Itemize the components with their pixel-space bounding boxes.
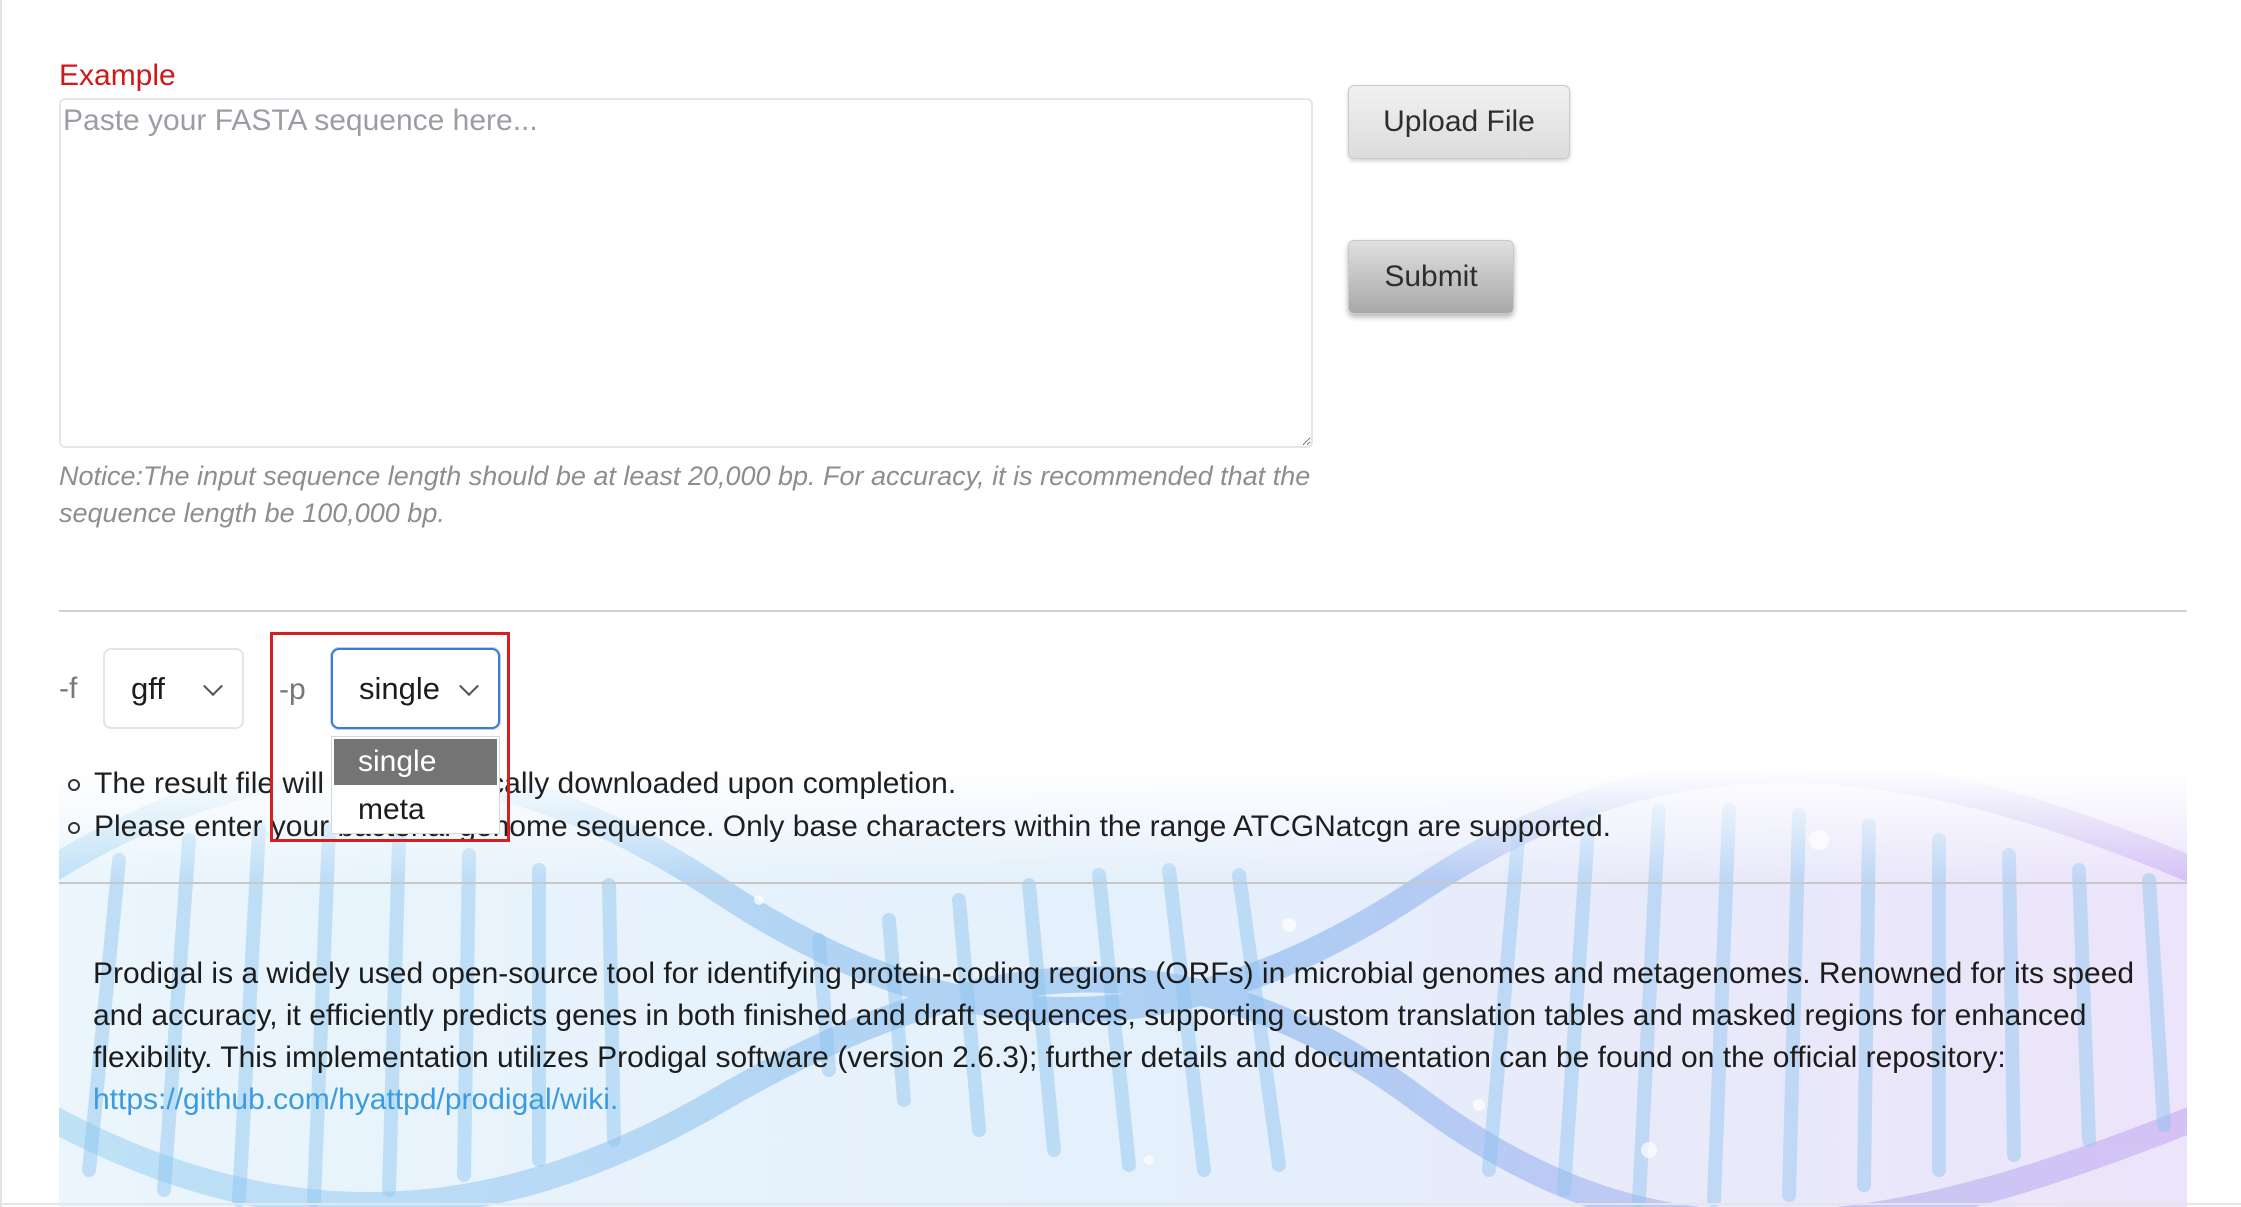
procedure-dropdown-menu: single meta — [331, 736, 500, 834]
format-select-value: gff — [131, 670, 165, 706]
procedure-option-label: -p — [279, 673, 306, 706]
result-text-prefix: The result file — [94, 767, 275, 800]
submit-button[interactable]: Submit — [1348, 240, 1514, 314]
format-select[interactable]: gff — [103, 648, 244, 729]
format-option-label: -f — [59, 672, 78, 705]
procedure-select[interactable]: single — [331, 648, 500, 729]
instructions-list: The result file will be automatically do… — [65, 762, 1611, 848]
divider — [59, 882, 2187, 884]
description-text: Prodigal is a widely used open-source to… — [93, 957, 2135, 1074]
dropdown-option-single[interactable]: single — [334, 739, 497, 785]
length-notice: Notice:The input sequence length should … — [59, 461, 1311, 528]
chevron-down-icon — [203, 675, 223, 696]
upload-file-button[interactable]: Upload File — [1348, 85, 1570, 159]
page: Example Upload File Submit Notice:The in… — [0, 0, 2241, 1207]
dropdown-option-meta[interactable]: meta — [334, 787, 497, 833]
list-item: The result file will be automatically do… — [65, 762, 1611, 805]
bottom-border — [2, 1203, 2241, 1205]
procedure-select-value: single — [359, 670, 440, 706]
tool-description: Prodigal is a widely used open-source to… — [93, 953, 2173, 1121]
enter-text-prefix: Please enter — [94, 810, 263, 843]
fasta-sequence-input[interactable] — [59, 98, 1313, 448]
chevron-down-icon — [459, 675, 479, 696]
prodigal-wiki-link[interactable]: https://github.com/hyattpd/prodigal/wiki… — [93, 1083, 618, 1116]
divider — [59, 610, 2187, 612]
example-link[interactable]: Example — [59, 56, 176, 96]
list-item: Please enter your bacterial genome seque… — [65, 805, 1611, 848]
